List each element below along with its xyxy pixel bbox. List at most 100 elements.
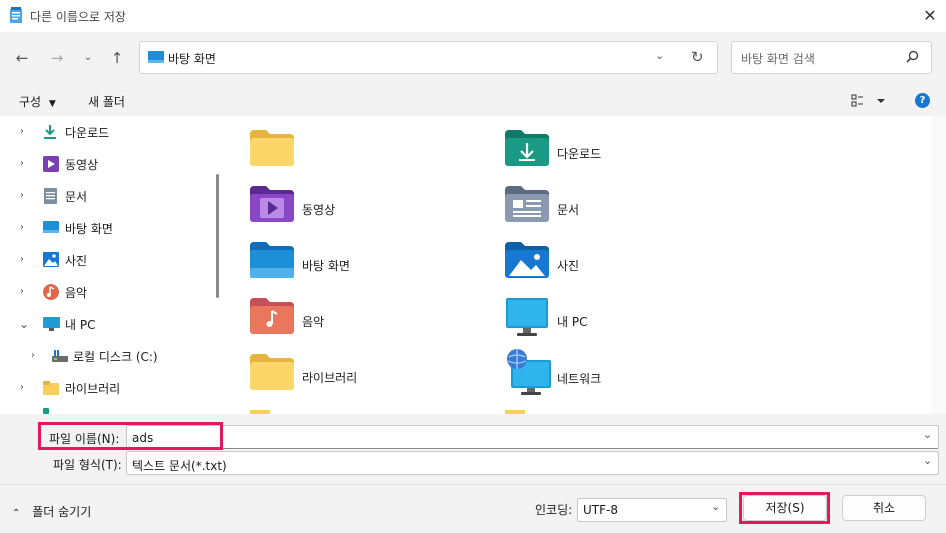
sidebar-item-pictures[interactable]: › 사진 <box>0 244 210 276</box>
list-item[interactable]: 다운로드 <box>505 130 745 180</box>
command-bar: 구성 ▼ 새 폴더 ? <box>0 84 946 116</box>
desktop-folder-icon <box>250 242 294 278</box>
chevron-right-icon[interactable]: › <box>20 253 32 267</box>
close-icon[interactable]: ✕ <box>918 4 942 28</box>
cancel-button[interactable]: 취소 <box>842 495 926 521</box>
monitor-icon <box>505 298 549 338</box>
filename-highlight-box <box>38 422 223 450</box>
drive-icon <box>52 350 68 362</box>
chevron-right-icon[interactable]: › <box>20 221 32 235</box>
divider <box>0 484 946 485</box>
hide-folders-button[interactable]: ⌃ 폴더 숨기기 <box>12 503 91 520</box>
sidebar-item-label: 바탕 화면 <box>65 222 113 236</box>
item-label: 네트워크 <box>557 372 602 386</box>
item-label: 내 PC <box>557 315 588 329</box>
forward-arrow-icon[interactable]: → <box>46 47 68 69</box>
sidebar-item-label: 라이브러리 <box>65 382 121 396</box>
search-icon[interactable] <box>906 50 919 63</box>
title-bar: 다른 이름으로 저장 ✕ <box>0 0 946 32</box>
desktop-icon <box>43 221 59 234</box>
hide-folders-label: 폴더 숨기기 <box>32 505 92 519</box>
encoding-label: 인코딩: <box>535 503 573 517</box>
navigation-pane: › 다운로드 › 동영상 › 문서 › 바탕 화면 › 사진 › 음악 ⌄ 내 … <box>0 116 228 414</box>
notepad-icon <box>9 7 23 24</box>
music-folder-icon <box>250 298 294 334</box>
video-folder-icon <box>250 186 294 222</box>
pictures-icon <box>43 252 59 267</box>
chevron-down-icon[interactable]: ⌄ <box>711 500 720 513</box>
sidebar-item-label: 문서 <box>65 190 88 204</box>
encoding-select[interactable]: UTF-8 ⌄ <box>577 498 727 522</box>
sidebar-item-label: 사진 <box>65 254 88 268</box>
item-label: 사진 <box>557 259 580 273</box>
sidebar-item-label: 로컬 디스크 (C:) <box>73 350 158 364</box>
list-item[interactable]: 동영상 <box>250 186 490 236</box>
download-folder-icon <box>505 130 549 166</box>
up-arrow-icon[interactable]: ↑ <box>106 47 128 69</box>
chevron-down-icon[interactable]: ⌄ <box>77 47 99 69</box>
address-dropdown-icon[interactable]: ⌄ <box>655 49 664 62</box>
sidebar-item-label: 내 PC <box>65 318 96 332</box>
new-folder-button[interactable]: 새 폴더 <box>88 93 125 110</box>
list-item[interactable] <box>250 130 490 180</box>
sidebar-item-libraries[interactable]: › 라이브러리 <box>0 372 210 404</box>
address-bar[interactable]: 바탕 화면 ⌄ ↻ <box>139 41 718 74</box>
list-item[interactable]: 라이브러리 <box>250 354 490 404</box>
encoding-value: UTF-8 <box>583 503 618 517</box>
chevron-down-icon[interactable]: ⌄ <box>19 317 31 331</box>
chevron-right-icon[interactable]: › <box>31 349 43 363</box>
filetype-label: 파일 형식(T): <box>53 458 122 472</box>
sidebar-item-music[interactable]: › 음악 <box>0 276 210 308</box>
search-input[interactable]: 바탕 화면 검색 <box>731 41 932 74</box>
folder-icon <box>250 130 294 166</box>
pictures-folder-icon <box>505 242 549 278</box>
caret-down-icon: ▼ <box>48 99 56 109</box>
list-item[interactable]: 내 PC <box>505 298 745 348</box>
refresh-icon[interactable]: ↻ <box>691 48 704 66</box>
sidebar-item-videos[interactable]: › 동영상 <box>0 148 210 180</box>
sidebar-item-documents[interactable]: › 문서 <box>0 180 210 212</box>
pc-icon <box>43 317 60 331</box>
content-scrollbar[interactable] <box>932 116 946 414</box>
chevron-down-icon[interactable]: ⌄ <box>923 454 932 467</box>
desktop-icon <box>148 51 164 64</box>
chevron-right-icon[interactable]: › <box>20 285 32 299</box>
list-item[interactable]: 문서 <box>505 186 745 236</box>
chevron-right-icon[interactable]: › <box>20 125 32 139</box>
network-icon <box>505 348 553 396</box>
back-arrow-icon[interactable]: ← <box>11 47 33 69</box>
item-label: 동영상 <box>302 203 336 217</box>
sidebar-item-local-disk[interactable]: › 로컬 디스크 (C:) <box>0 340 210 372</box>
filetype-value: 텍스트 문서(*.txt) <box>132 459 227 473</box>
list-item[interactable]: 네트워크 <box>505 348 745 398</box>
item-label: 다운로드 <box>557 147 602 161</box>
library-folder-icon <box>250 354 294 390</box>
sidebar-item-desktop[interactable]: › 바탕 화면 <box>0 212 210 244</box>
organize-button[interactable]: 구성 ▼ <box>19 93 56 110</box>
file-list: 동영상 바탕 화면 음악 라이브러리 다운로드 문서 사진 내 PC 네트워크 <box>228 116 946 414</box>
chevron-right-icon[interactable]: › <box>20 189 32 203</box>
filetype-select[interactable]: 텍스트 문서(*.txt) ⌄ <box>126 451 939 475</box>
list-item[interactable]: 사진 <box>505 242 745 292</box>
document-folder-icon <box>505 186 549 222</box>
sidebar-item-label: 음악 <box>65 286 88 300</box>
list-item[interactable]: 바탕 화면 <box>250 242 490 292</box>
chevron-right-icon[interactable]: › <box>20 157 32 171</box>
document-icon <box>44 188 57 204</box>
sidebar-item-this-pc[interactable]: ⌄ 내 PC <box>0 308 210 340</box>
sidebar-item-downloads[interactable]: › 다운로드 <box>0 116 210 148</box>
chevron-right-icon[interactable]: › <box>20 381 32 395</box>
music-icon <box>43 284 59 300</box>
list-item[interactable]: 음악 <box>250 298 490 348</box>
library-icon <box>43 381 59 395</box>
view-options-icon[interactable] <box>851 94 887 107</box>
filename-input[interactable]: ads ⌄ <box>126 425 939 449</box>
item-label: 바탕 화면 <box>302 259 350 273</box>
sidebar-scrollbar[interactable] <box>216 174 219 298</box>
address-path: 바탕 화면 <box>168 52 216 66</box>
video-icon <box>43 156 59 172</box>
chevron-down-icon[interactable]: ⌄ <box>923 428 932 441</box>
save-highlight-box <box>739 492 830 524</box>
search-placeholder: 바탕 화면 검색 <box>741 52 815 66</box>
help-icon[interactable]: ? <box>915 93 930 108</box>
